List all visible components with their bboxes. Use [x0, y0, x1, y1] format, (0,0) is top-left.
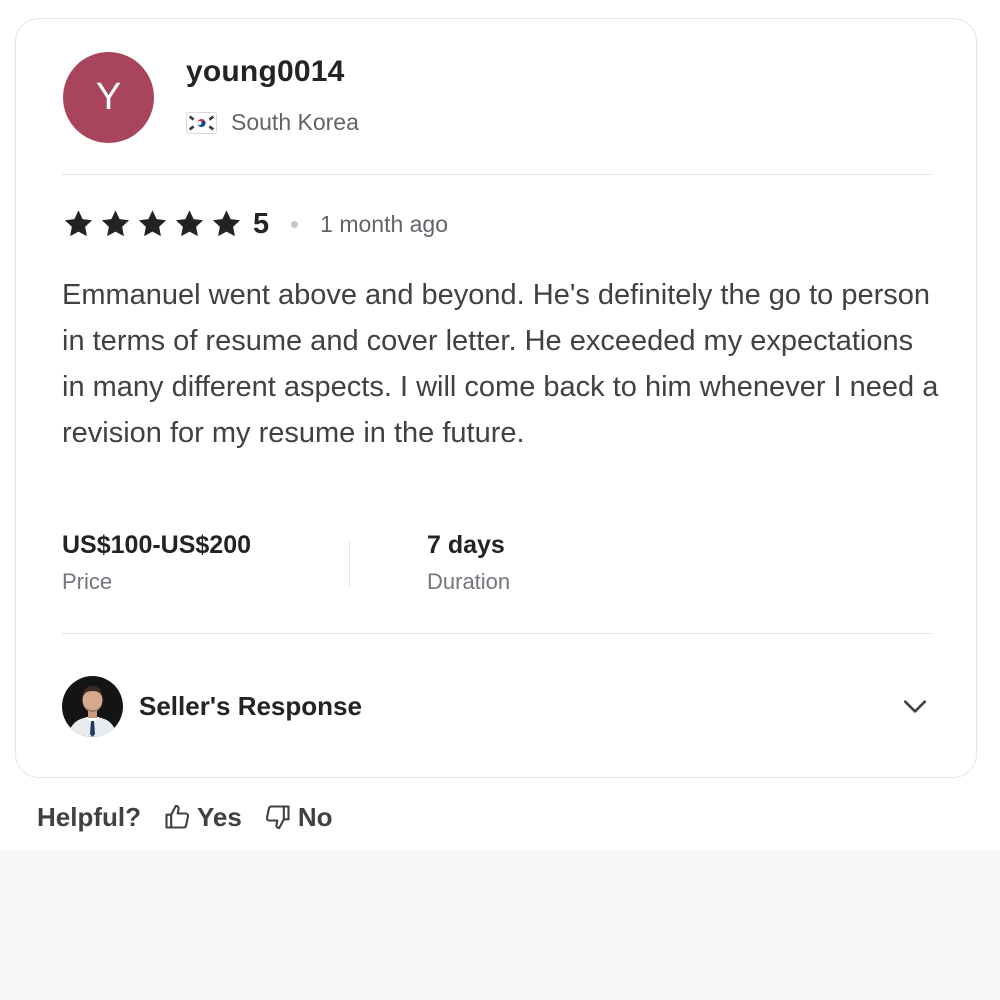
seller-response-label: Seller's Response: [139, 690, 362, 721]
star-rating: [62, 208, 243, 240]
seller-avatar: [62, 675, 123, 737]
chevron-down-icon[interactable]: [902, 693, 928, 719]
stat-divider: [349, 541, 350, 587]
helpful-no-button[interactable]: No: [264, 802, 333, 833]
star-icon: [175, 210, 204, 237]
helpful-yes-label: Yes: [197, 801, 242, 832]
review-card: Y young0014 South Korea 5 1 month ago Em…: [15, 18, 977, 778]
star-icon: [64, 210, 93, 237]
separator-dot: [291, 220, 299, 228]
duration-label: Duration: [427, 569, 511, 594]
reviewer-avatar[interactable]: Y: [63, 52, 154, 143]
review-text: Emmanuel went above and beyond. He's def…: [62, 279, 939, 449]
helpful-yes-button[interactable]: Yes: [163, 802, 242, 833]
duration-value: 7 days: [427, 531, 505, 559]
page-footer-band: [0, 850, 1000, 1000]
reviewer-country-name: South Korea: [231, 109, 359, 135]
reviewer-avatar-initial: Y: [95, 76, 122, 118]
helpful-label: Helpful?: [37, 801, 141, 832]
seller-response-toggle[interactable]: Seller's Response: [62, 675, 932, 737]
reviewer-username[interactable]: young0014: [186, 55, 345, 89]
star-icon: [138, 210, 167, 237]
page: Y young0014 South Korea 5 1 month ago Em…: [0, 0, 1000, 1000]
helpful-no-label: No: [297, 801, 333, 832]
helpful-row: Helpful? Yes No: [37, 798, 333, 836]
review-time-ago: 1 month ago: [320, 210, 449, 237]
rating-row: 5 1 month ago: [62, 204, 448, 244]
price-label: Price: [62, 569, 113, 594]
thumbs-up-icon: [165, 804, 190, 829]
stats-divider: [62, 633, 932, 634]
price-value: US$100-US$200: [62, 531, 252, 559]
thumbs-down-icon: [265, 805, 290, 830]
rating-value: 5: [253, 207, 270, 240]
south-korea-flag-icon: [186, 111, 217, 134]
price-stat: US$100-US$200 Price: [62, 527, 251, 595]
duration-stat: 7 days Duration: [427, 527, 510, 595]
star-icon: [101, 210, 130, 237]
star-icon: [212, 210, 241, 237]
reviewer-country: South Korea: [186, 109, 359, 136]
header-divider: [62, 174, 932, 175]
